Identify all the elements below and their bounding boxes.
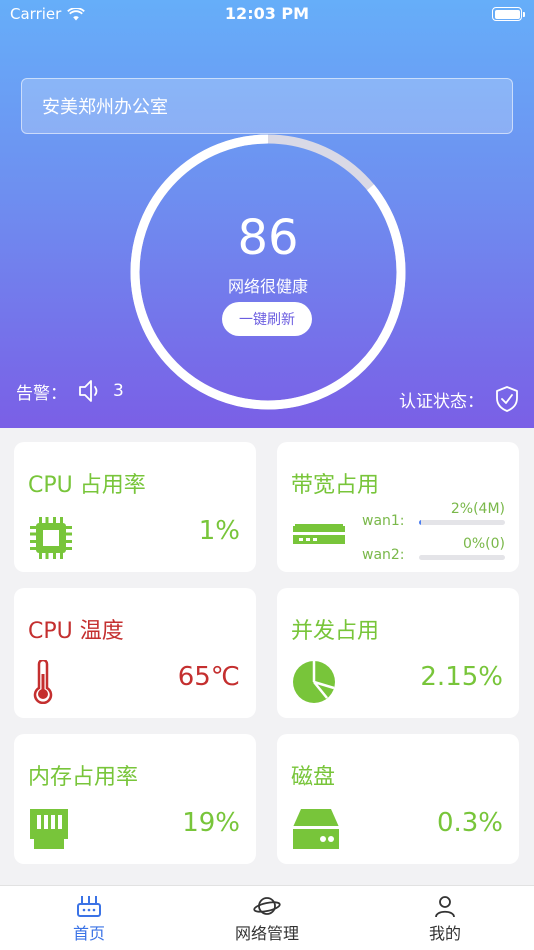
hero-header: Carrier 12:03 PM 安美郑州办公室 86 网络很健康 一键刷新 告… [0,0,534,428]
disk-card[interactable]: 磁盘 0.3% [277,734,519,864]
cpu-temp-title: CPU 温度 [28,619,124,644]
battery-icon [492,7,525,21]
wan1-bar [419,520,505,525]
gauge-ring [130,134,406,410]
concurrency-value: 2.15% [420,662,503,692]
cpu-temp-card[interactable]: CPU 温度 65℃ [14,588,256,718]
concurrency-card[interactable]: 并发占用 2.15% [277,588,519,718]
bandwidth-title: 带宽占用 [291,473,380,498]
memory-card[interactable]: 内存占用率 19% [14,734,256,864]
tab-network-management[interactable]: 网络管理 [207,894,327,944]
concurrency-title: 并发占用 [291,619,380,644]
thermometer-icon [33,660,53,704]
refresh-button[interactable]: 一键刷新 [222,302,312,336]
router-icon [293,524,345,544]
disk-title: 磁盘 [291,765,336,790]
cpu-temp-value: 65℃ [177,662,240,692]
shield-check-icon [496,386,518,412]
tab-mine[interactable]: 我的 [385,894,505,944]
tab-home-label: 首页 [72,924,105,943]
wan1-value: 2%(4M) [450,501,505,517]
tab-network-label: 网络管理 [234,924,299,943]
bottom-tab-bar: 首页 网络管理 我的 [0,885,534,950]
bandwidth-card[interactable]: 带宽占用 wan1: 2%(4M) wan2: 0%(0) [277,442,519,572]
router-home-icon [77,896,101,917]
wan2-label: wan2: [362,547,405,563]
alarm-label: 告警： [16,383,67,404]
auth-status[interactable]: 认证状态： [399,385,520,413]
disk-value: 0.3% [436,808,503,838]
auth-label: 认证状态： [399,391,484,412]
site-name: 安美郑州办公室 [42,97,168,118]
planet-icon [253,897,281,915]
memory-title: 内存占用率 [28,765,139,790]
cpu-usage-card[interactable]: CPU 占用率 1% [14,442,256,572]
pie-chart-icon [293,661,335,703]
cpu-chip-icon [30,517,72,559]
wan2-bar [419,555,505,560]
memory-value: 19% [182,808,240,838]
health-status: 网络很健康 [227,277,308,296]
alarm-count: 3 [113,381,124,401]
tab-home[interactable]: 首页 [29,894,149,944]
cpu-usage-value: 1% [198,516,240,546]
health-gauge: 86 网络很健康 一键刷新 [130,134,406,410]
wan1-label: wan1: [362,513,405,529]
health-score: 86 [237,210,299,266]
alarm-indicator[interactable]: 告警： 3 [16,378,124,404]
status-time: 12:03 PM [224,4,310,23]
site-selector[interactable]: 安美郑州办公室 [21,78,513,134]
speaker-icon [79,380,98,402]
wan2-value: 0%(0) [462,536,505,552]
hard-disk-icon [293,809,339,849]
wan1-bar-fill [419,520,421,525]
user-icon [435,896,455,918]
memory-card-icon [30,809,68,849]
status-bar: Carrier 12:03 PM [0,0,534,28]
cpu-usage-title: CPU 占用率 [28,473,146,498]
tab-mine-label: 我的 [428,924,461,943]
